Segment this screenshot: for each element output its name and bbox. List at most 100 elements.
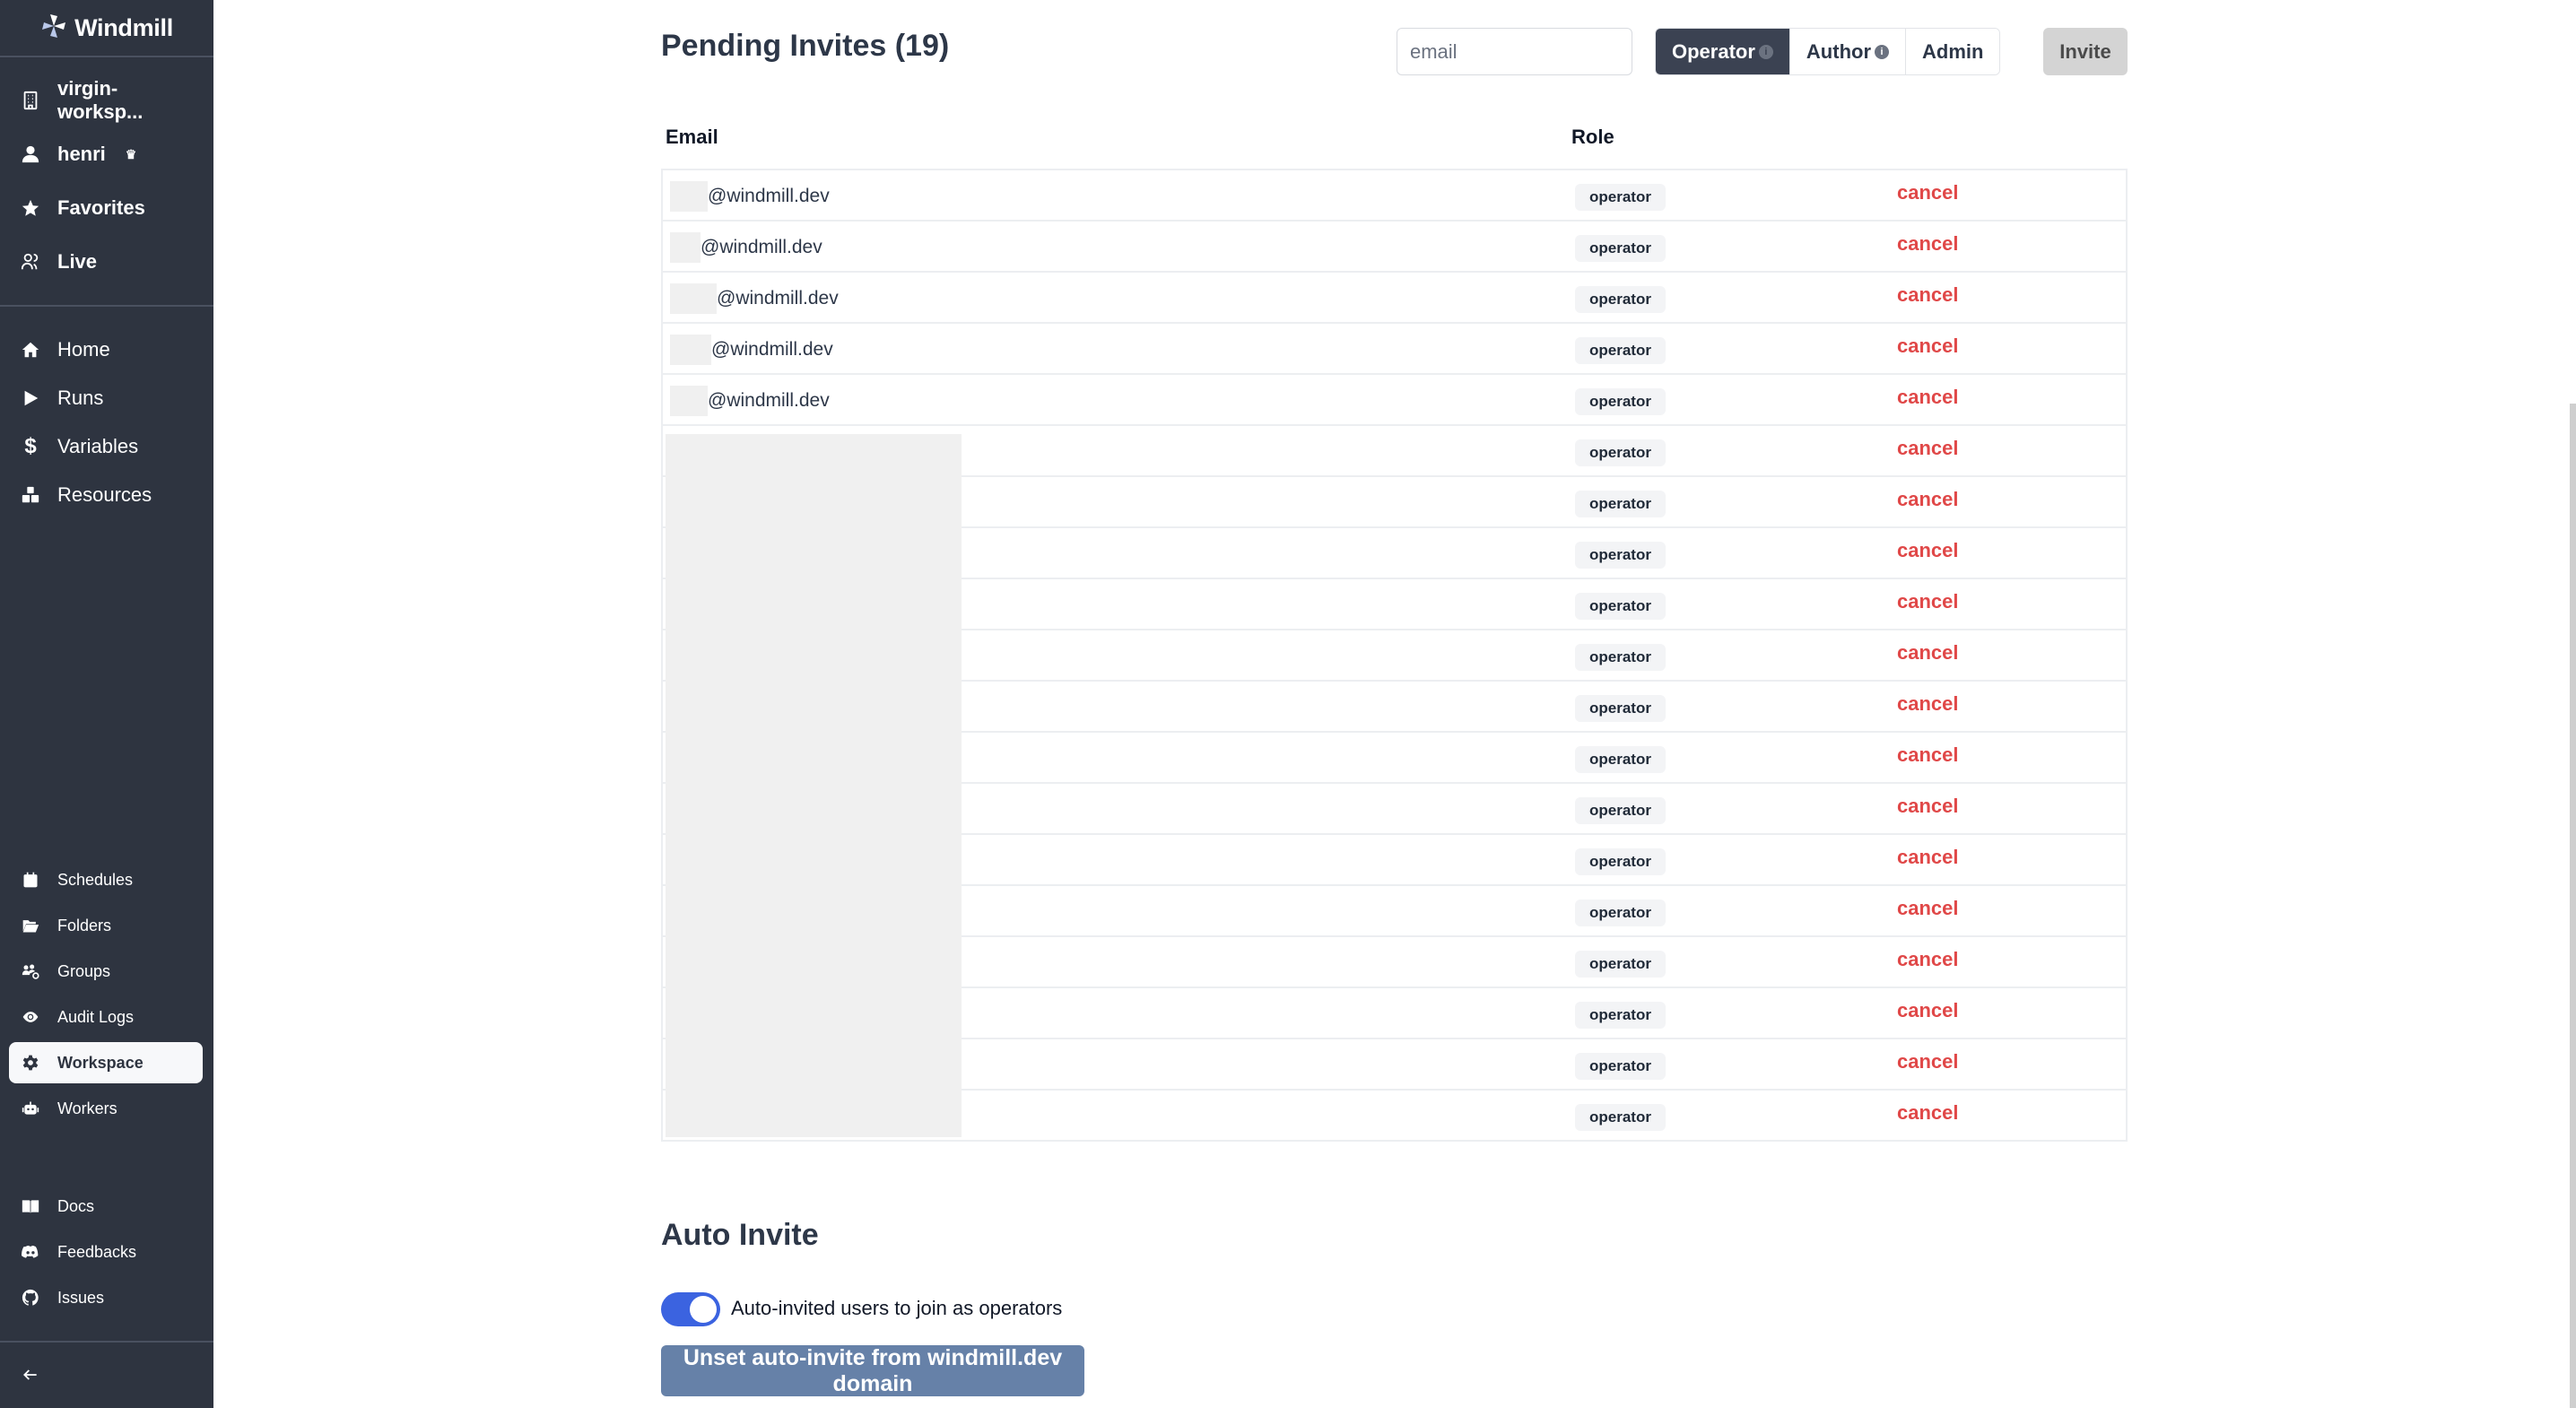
sidebar-divider	[0, 305, 213, 307]
discord-icon	[20, 1241, 41, 1263]
dollar-icon: $	[24, 434, 37, 458]
sidebar-item-resources[interactable]: Resources	[9, 474, 203, 517]
cancel-invite-button[interactable]: cancel	[1897, 1101, 1959, 1125]
sidebar-item-home[interactable]: Home	[9, 328, 203, 371]
home-icon	[20, 339, 41, 361]
role-badge: operator	[1575, 184, 1666, 211]
redacted-text	[670, 232, 701, 263]
cancel-invite-button[interactable]: cancel	[1897, 232, 1959, 256]
sidebar-item-label: Runs	[57, 387, 104, 409]
cancel-invite-button[interactable]: cancel	[1897, 641, 1959, 665]
sidebar-item-label: henri	[57, 143, 106, 165]
sidebar-item-label: Variables	[57, 435, 139, 457]
role-badge: operator	[1575, 542, 1666, 569]
table-row: @windmill.dev operator cancel	[663, 273, 2126, 324]
invite-button[interactable]: Invite	[2043, 28, 2128, 75]
role-badge: operator	[1575, 593, 1666, 620]
scrollbar[interactable]	[2570, 404, 2576, 1408]
auto-invite-title: Auto Invite	[661, 1218, 819, 1252]
email-cell: @windmill.dev	[670, 283, 839, 314]
sidebar-item-label: Feedbacks	[57, 1242, 137, 1261]
cancel-invite-button[interactable]: cancel	[1897, 999, 1959, 1022]
column-header-role: Role	[1571, 126, 1614, 148]
cancel-invite-button[interactable]: cancel	[1897, 1050, 1959, 1073]
email-text: @windmill.dev	[711, 339, 833, 360]
page-title: Pending Invites (19)	[661, 29, 950, 63]
building-icon	[20, 90, 41, 111]
sidebar-item-label: Issues	[57, 1288, 105, 1307]
role-badge: operator	[1575, 439, 1666, 466]
sidebar-item-workers[interactable]: Workers	[9, 1088, 203, 1129]
cancel-invite-button[interactable]: cancel	[1897, 590, 1959, 613]
role-badge: operator	[1575, 388, 1666, 415]
info-icon[interactable]: i	[1758, 44, 1773, 59]
sidebar-item-workspace[interactable]: Workspace	[9, 1042, 203, 1083]
robot-icon	[20, 1098, 41, 1119]
sidebar-item-docs[interactable]: Docs	[9, 1186, 203, 1227]
star-icon	[20, 197, 41, 219]
cancel-invite-button[interactable]: cancel	[1897, 386, 1959, 409]
cancel-invite-button[interactable]: cancel	[1897, 181, 1959, 204]
sidebar-item-label: Audit Logs	[57, 1007, 135, 1026]
table-row: @windmill.dev operator cancel	[663, 170, 2126, 222]
users-icon	[20, 251, 41, 273]
cancel-invite-button[interactable]: cancel	[1897, 795, 1959, 818]
collapse-sidebar-button[interactable]	[9, 1354, 63, 1395]
role-badge: operator	[1575, 1104, 1666, 1131]
cancel-invite-button[interactable]: cancel	[1897, 897, 1959, 920]
sidebar-item-live[interactable]: Live	[9, 240, 203, 283]
cancel-invite-button[interactable]: cancel	[1897, 488, 1959, 511]
cancel-invite-button[interactable]: cancel	[1897, 743, 1959, 767]
sidebar-item-issues[interactable]: Issues	[9, 1277, 203, 1318]
cancel-invite-button[interactable]: cancel	[1897, 283, 1959, 307]
email-cell: @windmill.dev	[670, 386, 830, 416]
sidebar-item-runs[interactable]: Runs	[9, 377, 203, 420]
github-icon	[20, 1287, 41, 1308]
redacted-text	[670, 283, 717, 314]
sidebar-item-groups[interactable]: Groups	[9, 951, 203, 992]
sidebar-item-variables[interactable]: $ Variables	[9, 425, 203, 468]
role-option-operator[interactable]: Operator i	[1656, 29, 1790, 74]
cancel-invite-button[interactable]: cancel	[1897, 437, 1959, 460]
role-badge: operator	[1575, 848, 1666, 875]
sidebar-item-schedules[interactable]: Schedules	[9, 859, 203, 900]
role-option-label: Admin	[1922, 39, 1984, 63]
unset-auto-invite-button[interactable]: Unset auto-invite from windmill.dev doma…	[661, 1345, 1084, 1396]
role-option-author[interactable]: Author i	[1789, 29, 1907, 74]
crown-icon: ♛	[125, 146, 137, 161]
logo[interactable]: Windmill	[0, 0, 213, 57]
sidebar-item-feedbacks[interactable]: Feedbacks	[9, 1231, 203, 1273]
auto-invite-operator-toggle[interactable]	[661, 1292, 720, 1326]
sidebar-item-favorites[interactable]: Favorites	[9, 187, 203, 230]
table-row: @windmill.dev operator cancel	[663, 222, 2126, 273]
users-cog-icon	[20, 960, 41, 982]
sidebar-item-workspace-selector[interactable]: virgin-worksp...	[9, 77, 203, 123]
role-badge: operator	[1575, 491, 1666, 517]
cancel-invite-button[interactable]: cancel	[1897, 539, 1959, 562]
role-badge: operator	[1575, 1053, 1666, 1080]
role-badge: operator	[1575, 286, 1666, 313]
sidebar-item-user[interactable]: henri ♛	[9, 133, 203, 176]
table-row: @windmill.dev operator cancel	[663, 324, 2126, 375]
email-cell: @windmill.dev	[670, 232, 822, 263]
sidebar-divider	[0, 1341, 213, 1343]
sidebar-item-folders[interactable]: Folders	[9, 905, 203, 946]
gear-icon	[20, 1052, 41, 1073]
sidebar-item-label: virgin-worksp...	[57, 77, 144, 123]
email-input[interactable]	[1397, 28, 1632, 75]
toggle-knob	[690, 1296, 717, 1323]
role-option-label: Author	[1806, 39, 1872, 63]
cancel-invite-button[interactable]: cancel	[1897, 692, 1959, 716]
info-icon[interactable]: i	[1875, 44, 1890, 59]
role-badge: operator	[1575, 746, 1666, 773]
email-text: @windmill.dev	[708, 390, 830, 411]
role-badge: operator	[1575, 337, 1666, 364]
cancel-invite-button[interactable]: cancel	[1897, 335, 1959, 358]
cancel-invite-button[interactable]: cancel	[1897, 948, 1959, 971]
email-cell: @windmill.dev	[670, 335, 833, 365]
sidebar-item-audit-logs[interactable]: Audit Logs	[9, 996, 203, 1038]
sidebar-item-label: Docs	[57, 1196, 95, 1215]
role-option-admin[interactable]: Admin	[1906, 29, 2000, 74]
redacted-text	[670, 335, 711, 365]
cancel-invite-button[interactable]: cancel	[1897, 846, 1959, 869]
